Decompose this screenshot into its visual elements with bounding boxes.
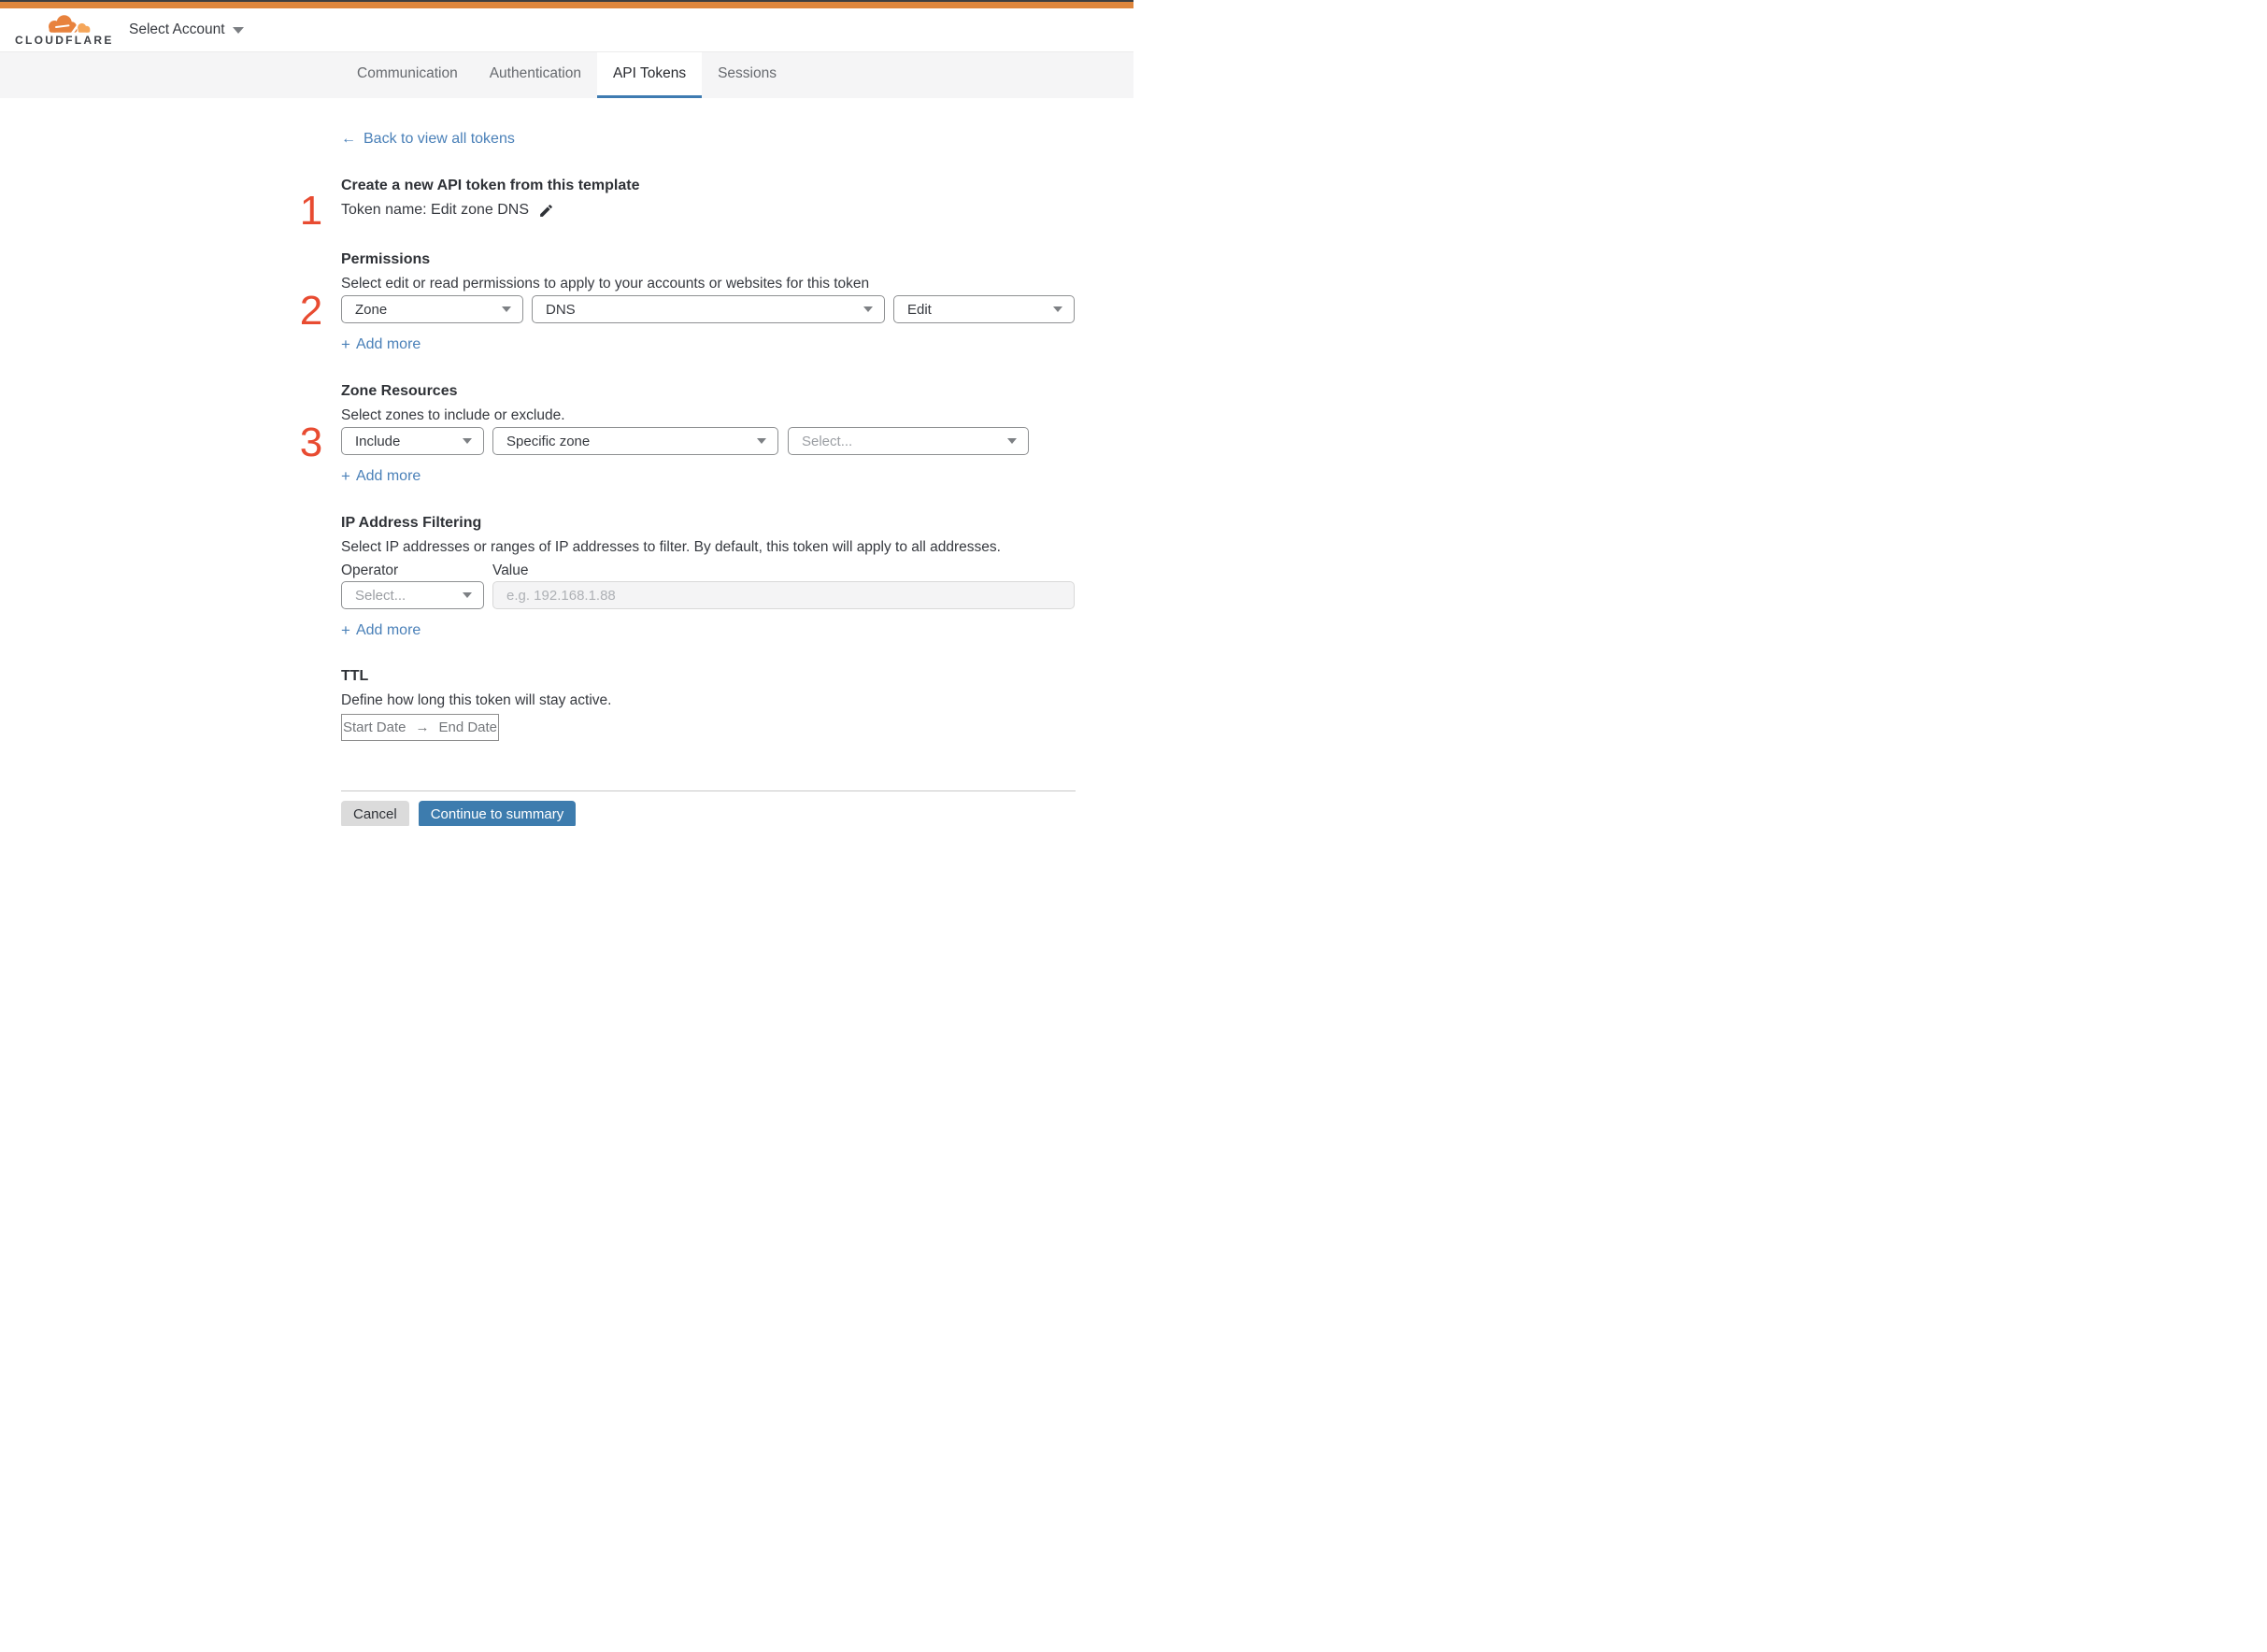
back-arrow-icon: ← [341, 131, 356, 147]
brand-top-bar [0, 2, 1134, 8]
back-to-tokens-link[interactable]: ← Back to view all tokens [341, 129, 515, 150]
token-template-form: ← Back to view all tokens Create a new A… [300, 98, 1076, 826]
start-date-label: Start Date [342, 719, 406, 735]
step-number-1: 1 [299, 188, 323, 234]
permission-resource-select[interactable]: DNS [532, 295, 885, 323]
section-description: Select zones to include or exclude. [341, 407, 565, 423]
step-number-3: 3 [299, 420, 323, 465]
add-more-label: Add more [355, 468, 421, 484]
chevron-down-icon [463, 438, 472, 444]
end-date-label: End Date [438, 719, 498, 735]
ip-operator-select[interactable]: Select... [341, 581, 484, 609]
app-header: CLOUDFLARE Select Account [0, 8, 1134, 52]
value-label: Value [492, 563, 529, 578]
tab-api-tokens[interactable]: API Tokens [596, 52, 703, 98]
cloudflare-logo[interactable]: CLOUDFLARE [15, 13, 114, 47]
tab-sessions[interactable]: Sessions [702, 52, 792, 98]
select-value: Zone [355, 301, 388, 318]
zone-scope-select[interactable]: Specific zone [492, 427, 778, 455]
include-exclude-select[interactable]: Include [341, 427, 484, 455]
permission-group-select[interactable]: Zone [341, 295, 523, 323]
ttl-section: TTL Define how long this token will stay… [341, 666, 1076, 741]
select-value: Specific zone [506, 433, 591, 449]
select-value: Select... [355, 587, 406, 604]
token-name-text: Token name: Edit zone DNS [341, 202, 529, 218]
chevron-down-icon [863, 306, 873, 312]
account-selector-label: Select Account [129, 21, 225, 37]
chevron-down-icon [502, 306, 511, 312]
operator-label: Operator [341, 563, 399, 578]
section-title: IP Address Filtering [341, 515, 482, 531]
zone-resources-add-more-link[interactable]: + Add more [341, 466, 421, 486]
ip-filtering-labels: Operator Value [341, 561, 1076, 580]
select-value: Include [355, 433, 401, 449]
ip-filtering-input-row: Select... [341, 581, 1076, 609]
footer-divider [341, 790, 1076, 791]
form-actions: Cancel Continue to summary [341, 801, 1076, 826]
edit-pencil-icon[interactable] [538, 203, 554, 219]
tab-label: Communication [357, 65, 458, 81]
chevron-down-icon [1053, 306, 1062, 312]
profile-tabs: Communication Authentication API Tokens … [0, 52, 1134, 98]
ip-filtering-section: IP Address Filtering Select IP addresses… [341, 513, 1076, 640]
step-number-2: 2 [299, 288, 323, 334]
continue-to-summary-button[interactable]: Continue to summary [418, 801, 577, 826]
tab-label: Sessions [718, 65, 777, 81]
plus-icon: + [341, 335, 350, 353]
page: CLOUDFLARE Select Account Communication … [0, 0, 1134, 826]
ip-filtering-add-more-link[interactable]: + Add more [341, 620, 421, 640]
select-value: Edit [907, 301, 932, 318]
back-link-label: Back to view all tokens [364, 131, 515, 147]
add-more-label: Add more [355, 622, 421, 638]
account-selector[interactable]: Select Account [129, 21, 244, 38]
cancel-button[interactable]: Cancel [341, 801, 409, 826]
token-name-row: 1 Token name: Edit zone DNS [300, 191, 1076, 232]
ip-value-input [492, 581, 1075, 609]
cloudflare-cloud-icon [49, 15, 91, 35]
permissions-select-row: 2 Zone DNS Edit [300, 291, 1076, 332]
permissions-section: Permissions Select edit or read permissi… [300, 249, 1076, 354]
token-name-section: Create a new API token from this templat… [300, 176, 1076, 232]
select-value: Select... [802, 433, 853, 449]
chevron-down-icon [463, 592, 472, 598]
permissions-add-more-link[interactable]: + Add more [341, 335, 421, 354]
chevron-down-icon [232, 26, 244, 34]
plus-icon: + [341, 621, 350, 639]
add-more-label: Add more [355, 336, 421, 352]
chevron-down-icon [757, 438, 766, 444]
zone-resources-select-row: 3 Include Specific zone Select... [300, 422, 1076, 463]
section-description: Select edit or read permissions to apply… [341, 276, 870, 292]
zone-picker-select[interactable]: Select... [788, 427, 1029, 455]
tab-communication[interactable]: Communication [341, 52, 474, 98]
section-description: Select IP addresses or ranges of IP addr… [341, 539, 1001, 555]
permission-access-level-select[interactable]: Edit [893, 295, 1075, 323]
section-title: Permissions [341, 251, 431, 267]
section-title: Zone Resources [341, 383, 458, 399]
tab-label: Authentication [489, 65, 581, 81]
plus-icon: + [341, 467, 350, 485]
select-value: DNS [546, 301, 576, 318]
tab-label: API Tokens [612, 65, 687, 81]
ttl-date-range-picker[interactable]: Start Date → End Date [341, 714, 499, 741]
logo-wordmark: CLOUDFLARE [15, 34, 114, 47]
section-title: Create a new API token from this templat… [341, 178, 640, 193]
right-arrow-icon: → [415, 719, 430, 735]
tab-authentication[interactable]: Authentication [474, 52, 597, 98]
chevron-down-icon [1007, 438, 1017, 444]
section-title: TTL [341, 668, 369, 684]
zone-resources-section: Zone Resources Select zones to include o… [300, 381, 1076, 486]
section-description: Define how long this token will stay act… [341, 692, 612, 708]
